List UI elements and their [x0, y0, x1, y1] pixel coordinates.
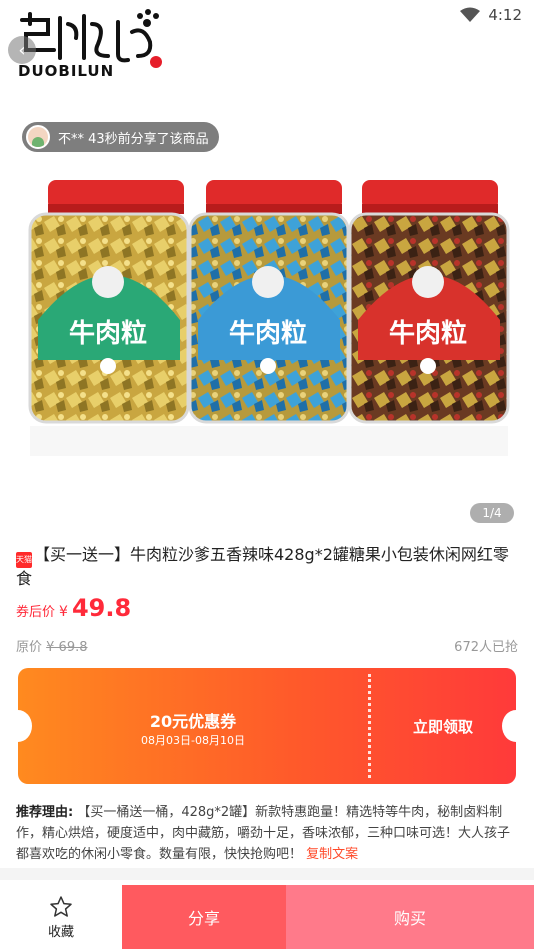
back-button[interactable]: ‹ — [8, 36, 36, 64]
original-price-group: 原价 ¥ 69.8 — [16, 636, 88, 655]
original-price-label: 原价 — [16, 640, 43, 655]
bottom-action-bar: 收藏 分享 购买 — [0, 885, 534, 949]
product-title-text: 【买一送一】牛肉粒沙爹五香辣味428g*2罐糖果小包装休闲网红零食 — [16, 545, 509, 588]
share-button[interactable]: 分享 — [122, 885, 286, 949]
status-bar: 4:12 — [0, 0, 534, 30]
section-divider — [0, 868, 534, 880]
share-notice-text: 不** 43秒前分享了该商品 — [58, 131, 209, 147]
chevron-left-icon: ‹ — [18, 39, 26, 61]
price-symbol: ¥ — [59, 604, 68, 620]
jar-label-green: 牛肉粒 — [69, 318, 147, 349]
status-time: 4:12 — [488, 6, 522, 24]
jar-label-red: 牛肉粒 — [389, 318, 467, 349]
coupon-card[interactable]: 20元优惠券 08月03日-08月10日 立即领取 — [18, 668, 516, 784]
price-value: 49.8 — [71, 594, 132, 622]
favorite-label: 收藏 — [47, 924, 74, 940]
coupon-amount: 20元优惠券 — [149, 712, 237, 731]
buy-button[interactable]: 购买 — [286, 885, 534, 949]
tmall-badge: 天猫 — [16, 552, 32, 568]
favorite-button[interactable]: 收藏 — [0, 885, 122, 949]
copy-text-link[interactable]: 复制文案 — [306, 847, 358, 862]
gallery-page-indicator: 1/4 — [470, 503, 514, 523]
original-price-row: 原价 ¥ 69.8 672人已抢 — [16, 636, 518, 655]
star-icon — [50, 895, 72, 917]
original-price: ¥ 69.8 — [46, 640, 88, 655]
recommendation-label: 推荐理由: — [16, 805, 74, 820]
jar-label-blue: 牛肉粒 — [229, 318, 307, 349]
claim-coupon-button[interactable]: 立即领取 — [370, 716, 516, 737]
sold-count: 672人已抢 — [454, 640, 518, 655]
recommendation-body: 【买一桶送一桶，428g*2罐】新款特惠跑量！精选特等牛肉，秘制卤料制作，精心烘… — [16, 805, 511, 862]
product-title: 天猫 【买一送一】牛肉粒沙爹五香辣味428g*2罐糖果小包装休闲网红零食 — [16, 544, 520, 590]
recommendation-text: 推荐理由: 【买一桶送一桶，428g*2罐】新款特惠跑量！精选特等牛肉，秘制卤料… — [16, 802, 520, 865]
coupon-dates: 08月03日-08月10日 — [141, 734, 245, 747]
product-detail-page: 4:12 DUOBILUN ‹ 不** 43秒前分享了该商品 牛肉粒 牛肉粒 牛… — [0, 0, 534, 949]
wifi-icon — [460, 7, 481, 22]
share-notice: 不** 43秒前分享了该商品 — [22, 122, 219, 152]
product-image: 牛肉粒 牛肉粒 牛肉粒 — [28, 180, 510, 456]
price-row: 券后价 ¥ 49.8 — [16, 594, 131, 622]
avatar — [26, 125, 50, 149]
brand-logo-text: DUOBILUN — [18, 62, 115, 80]
product-gallery[interactable]: DUOBILUN ‹ 不** 43秒前分享了该商品 牛肉粒 牛肉粒 牛肉粒 1/… — [0, 0, 534, 535]
price-label: 券后价 — [16, 605, 56, 620]
